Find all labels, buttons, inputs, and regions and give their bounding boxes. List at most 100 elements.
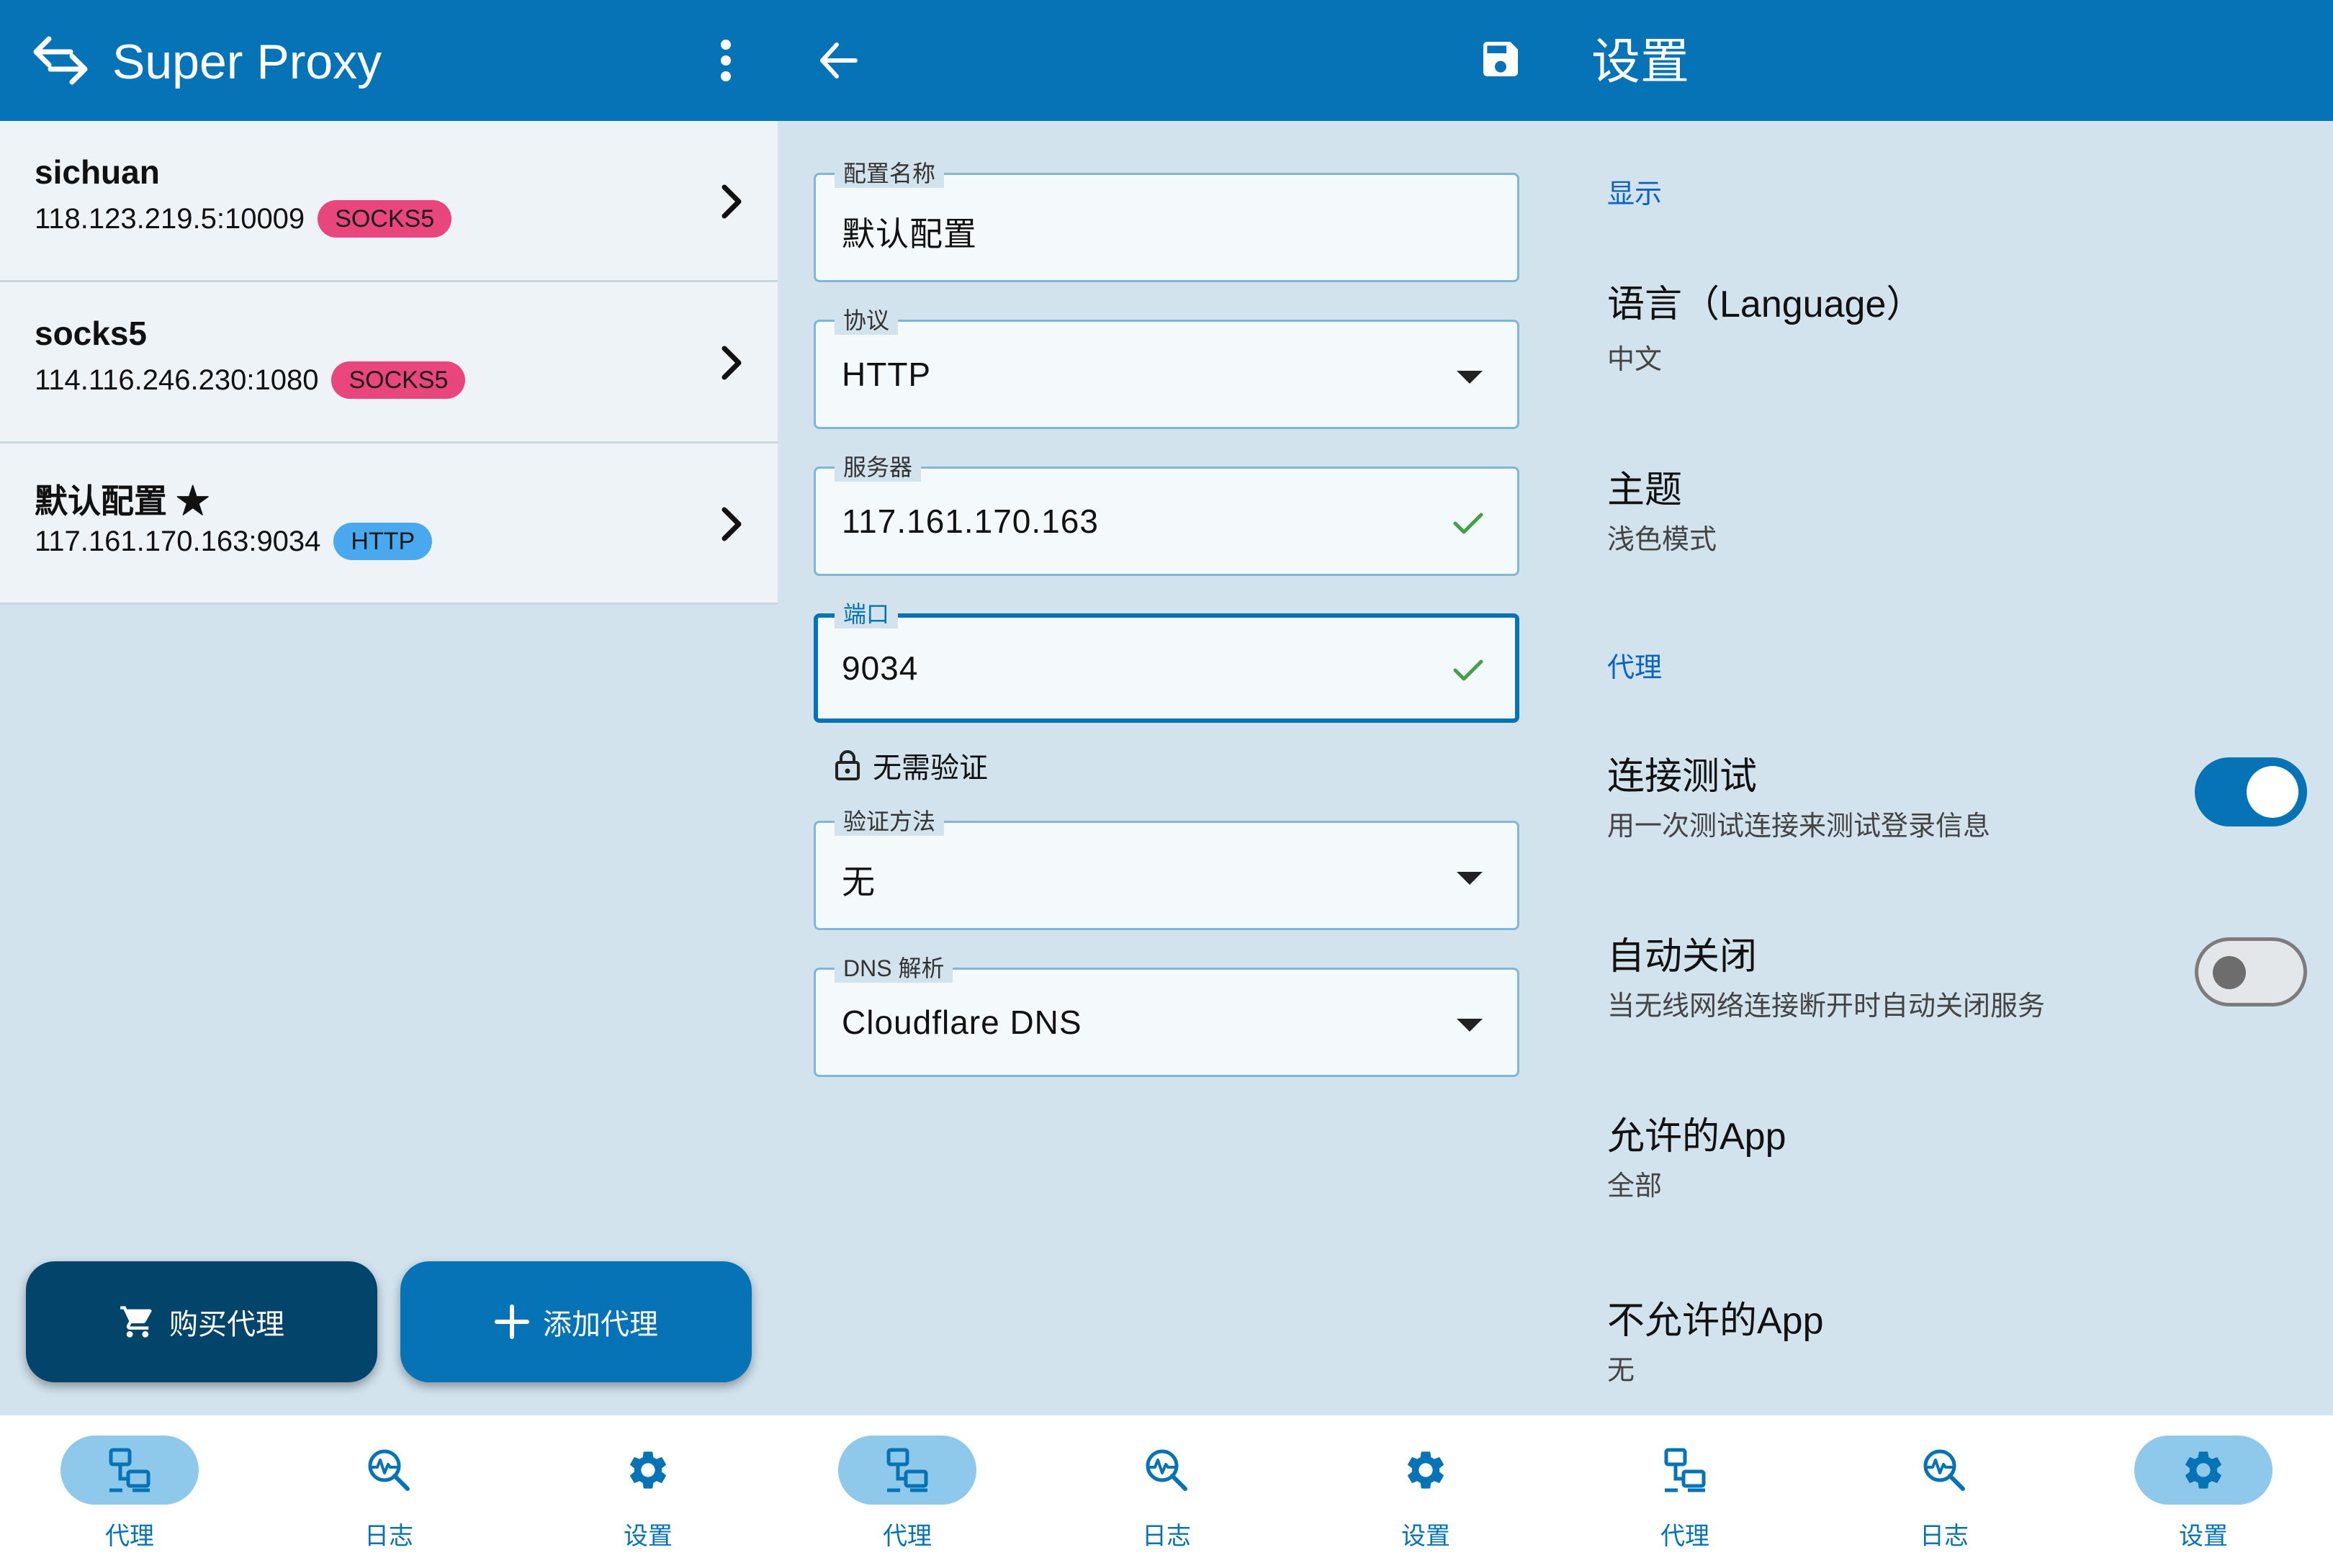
theme-title: 主题: [1607, 469, 1683, 511]
app-bar: Super Proxy: [0, 0, 778, 121]
log-search-icon: [368, 1449, 410, 1491]
dropdown-arrow-icon: [1457, 371, 1483, 384]
theme-value: 浅色模式: [1607, 525, 1717, 555]
allowed-apps-value: 全部: [1607, 1171, 1663, 1202]
shopping-cart-icon: [120, 1306, 152, 1338]
buy-proxy-label: 购买代理: [169, 1309, 284, 1341]
protocol-badge: SOCKS5: [331, 361, 466, 399]
nav-settings[interactable]: 设置: [2074, 1415, 2333, 1568]
nav-settings[interactable]: 设置: [1296, 1415, 1555, 1568]
save-icon[interactable]: [1478, 36, 1524, 82]
app-bar: [778, 0, 1555, 121]
theme-setting[interactable]: 主题 浅色模式: [1555, 446, 2333, 562]
proxy-address: 118.123.219.5:10009: [35, 203, 305, 235]
proxy-name: sichuan: [35, 153, 160, 191]
back-arrow-icon[interactable]: [817, 39, 860, 82]
nav-proxy[interactable]: 代理: [0, 1415, 259, 1568]
network-icon: [109, 1448, 150, 1492]
auto-close-desc: 当无线网络连接断开时自动关闭服务: [1607, 991, 2046, 1022]
display-section-header: 显示: [1607, 179, 1663, 209]
settings-screen: 设置 显示 语言（Language） 中文 主题 浅色模式 代理 连接测试 用一…: [1555, 0, 2333, 1568]
toggle-knob: [2247, 766, 2298, 818]
nav-log-label: 日志: [1920, 1523, 1969, 1550]
config-name-label: 配置名称: [835, 159, 945, 188]
nav-log[interactable]: 日志: [1037, 1415, 1296, 1568]
language-value: 中文: [1607, 345, 1663, 375]
nav-proxy-label: 代理: [883, 1523, 932, 1550]
auto-close-title: 自动关闭: [1607, 936, 1758, 978]
port-label: 端口: [835, 600, 899, 628]
dns-value: Cloudflare DNS: [842, 1004, 1082, 1041]
dns-label: DNS 解析: [835, 954, 953, 983]
gear-icon: [630, 1451, 666, 1489]
nav-settings-label: 设置: [1401, 1523, 1450, 1550]
add-proxy-button[interactable]: 添加代理: [400, 1261, 752, 1382]
check-icon: [1453, 659, 1483, 681]
bottom-navigation: 代理 日志 设置: [0, 1415, 778, 1568]
protocol-label: 协议: [835, 306, 899, 335]
log-search-icon: [1923, 1449, 1965, 1491]
port-value: 9034: [842, 649, 919, 687]
nav-log-label: 日志: [1142, 1523, 1191, 1550]
nav-proxy[interactable]: 代理: [778, 1415, 1037, 1568]
language-setting[interactable]: 语言（Language） 中文: [1555, 259, 2333, 389]
gear-icon: [1408, 1451, 1444, 1489]
proxy-address: 117.161.170.163:9034: [35, 526, 321, 557]
app-title: Super Proxy: [112, 35, 382, 89]
proxy-address: 114.116.246.230:1080: [35, 364, 319, 396]
proxy-list-item[interactable]: socks5 114.116.246.230:1080 SOCKS5: [0, 282, 778, 443]
auth-method-label: 验证方法: [835, 807, 945, 836]
bottom-navigation: 代理 日志 设置: [1555, 1415, 2333, 1568]
auto-close-toggle[interactable]: [2195, 937, 2307, 1006]
config-name-value: 默认配置: [842, 215, 977, 253]
buy-proxy-button[interactable]: 购买代理: [26, 1261, 377, 1382]
server-field[interactable]: 服务器 117.161.170.163: [814, 453, 1519, 576]
connection-test-setting[interactable]: 连接测试 用一次测试连接来测试登录信息: [1555, 731, 2333, 861]
nav-settings-label: 设置: [2179, 1523, 2228, 1550]
nav-proxy-label: 代理: [1660, 1523, 1709, 1550]
proxy-list-item[interactable]: sichuan 118.123.219.5:10009 SOCKS5: [0, 121, 778, 282]
check-icon: [1453, 513, 1483, 534]
connection-test-toggle[interactable]: [2195, 757, 2307, 826]
server-value: 117.161.170.163: [842, 503, 1099, 540]
proxy-address-row: 117.161.170.163:9034 HTTP: [35, 523, 433, 560]
proxy-address-row: 114.116.246.230:1080 SOCKS5: [35, 361, 466, 399]
dropdown-arrow-icon: [1457, 872, 1483, 885]
nav-log[interactable]: 日志: [1815, 1415, 2074, 1568]
settings-title: 设置: [1591, 35, 1690, 89]
disallowed-apps-title: 不允许的App: [1607, 1300, 1824, 1342]
auth-method-value: 无: [842, 863, 876, 901]
chevron-right-icon: [722, 346, 742, 380]
disallowed-apps-value: 无: [1607, 1356, 1635, 1386]
proxy-name: 默认配置 ★: [35, 482, 210, 520]
connection-test-title: 连接测试: [1607, 756, 1758, 798]
nav-proxy[interactable]: 代理: [1555, 1415, 1815, 1568]
auth-method-select[interactable]: 验证方法 无: [814, 807, 1519, 930]
allowed-apps-title: 允许的App: [1607, 1116, 1786, 1158]
server-label: 服务器: [835, 453, 922, 482]
proxy-list-item[interactable]: 默认配置 ★ 117.161.170.163:9034 HTTP: [0, 443, 778, 605]
network-icon: [1664, 1448, 1706, 1492]
auto-close-setting[interactable]: 自动关闭 当无线网络连接断开时自动关闭服务: [1555, 911, 2333, 1041]
disallowed-apps-setting[interactable]: 不允许的App 无: [1555, 1276, 2333, 1405]
allowed-apps-setting[interactable]: 允许的App 全部: [1555, 1091, 2333, 1221]
no-auth-text: 无需验证: [873, 752, 988, 784]
app-bar: 设置: [1555, 0, 2333, 121]
log-search-icon: [1146, 1449, 1187, 1491]
dns-select[interactable]: DNS 解析 Cloudflare DNS: [814, 954, 1519, 1077]
connection-test-desc: 用一次测试连接来测试登录信息: [1607, 811, 1991, 842]
protocol-badge: HTTP: [333, 523, 433, 560]
nav-settings[interactable]: 设置: [518, 1415, 778, 1568]
proxy-editor-screen: 配置名称 默认配置 协议 HTTP 服务器 117.161.170.163 端口…: [778, 0, 1555, 1568]
proxy-section-header: 代理: [1607, 653, 1663, 683]
nav-log[interactable]: 日志: [259, 1415, 518, 1568]
config-name-field[interactable]: 配置名称 默认配置: [814, 159, 1519, 282]
more-vert-icon[interactable]: [717, 39, 734, 82]
gear-icon: [2185, 1451, 2221, 1489]
nav-log-label: 日志: [364, 1523, 413, 1550]
protocol-select[interactable]: 协议 HTTP: [814, 306, 1519, 429]
chevron-right-icon: [722, 184, 742, 219]
protocol-value: HTTP: [842, 356, 932, 393]
port-field[interactable]: 端口 9034: [814, 600, 1519, 723]
no-auth-note: 无需验证: [834, 744, 988, 786]
